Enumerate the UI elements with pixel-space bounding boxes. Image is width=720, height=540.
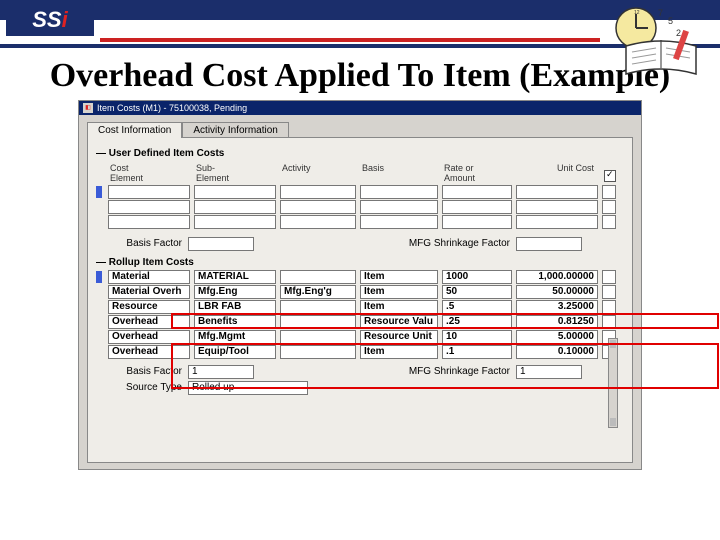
tab-cost-information[interactable]: Cost Information [87, 122, 182, 138]
cell-sub-element: Equip/Tool [194, 345, 276, 359]
shrinkage-label-2: MFG Shrinkage Factor [380, 366, 510, 377]
tab-panel: User Defined Item Costs Cost Element Sub… [87, 137, 633, 463]
window-title: Item Costs (M1) - 75100038, Pending [97, 103, 247, 113]
cell-unit-cost: 1,000.00000 [516, 270, 598, 284]
user-defined-rows [96, 185, 624, 229]
cell-end [602, 315, 616, 329]
app-window: ◧ Item Costs (M1) - 75100038, Pending Co… [78, 100, 642, 470]
cell-rate: 1000 [442, 270, 512, 284]
tab-activity-information[interactable]: Activity Information [182, 122, 288, 138]
shrinkage-field-2[interactable]: 1 [516, 365, 582, 379]
cell-basis: Resource Valu [360, 315, 438, 329]
svg-text:7: 7 [658, 8, 663, 18]
cell-unit-cost: 0.10000 [516, 345, 598, 359]
cell-cost-element: Material Overh [108, 285, 190, 299]
svg-text:2: 2 [676, 28, 681, 38]
titlebar: ◧ Item Costs (M1) - 75100038, Pending [79, 101, 641, 115]
cell-sub-element: MATERIAL [194, 270, 276, 284]
table-row[interactable] [96, 185, 624, 199]
clock-book-icon: 12 7 5 2 [606, 2, 716, 82]
cell-rate: .25 [442, 315, 512, 329]
basis-factor-label: Basis Factor [96, 238, 182, 249]
cell-cost-element: Material [108, 270, 190, 284]
cell-end [602, 270, 616, 284]
cell-basis: Item [360, 345, 438, 359]
cell-unit-cost: 3.25000 [516, 300, 598, 314]
app-icon: ◧ [83, 103, 93, 113]
cell-activity [280, 315, 356, 329]
source-type-field[interactable]: Rolled up [188, 381, 308, 395]
col-basis: Basis [362, 163, 440, 183]
col-unit-cost: Unit Cost [518, 163, 600, 183]
col-rate: Rate or Amount [444, 163, 514, 183]
table-row[interactable]: Overhead Mfg.Mgmt Resource Unit 10 5.00000 [96, 330, 624, 344]
logo: SSi [6, 4, 94, 36]
rollup-rows: MaterialMATERIALItem10001,000.00000Mater… [96, 270, 624, 359]
cell-basis: Item [360, 285, 438, 299]
source-type-row: Source Type Rolled up [96, 381, 624, 395]
cell-unit-cost: 5.00000 [516, 330, 598, 344]
table-row[interactable]: Overhead Equip/Tool Item .1 0.10000 [96, 345, 624, 359]
cell-activity: Mfg.Eng'g [280, 285, 356, 299]
svg-text:12: 12 [634, 10, 640, 16]
cell-end [602, 300, 616, 314]
cell-rate: .5 [442, 300, 512, 314]
cell-rate: 10 [442, 330, 512, 344]
red-divider [100, 38, 600, 42]
cell-basis: Resource Unit [360, 330, 438, 344]
group-user-defined-label: User Defined Item Costs [96, 148, 624, 159]
col-cost-element: Cost Element [110, 163, 192, 183]
tab-strip: Cost Information Activity Information [87, 121, 641, 137]
table-row[interactable] [96, 200, 624, 214]
source-type-label: Source Type [96, 382, 182, 393]
cell-rate: .1 [442, 345, 512, 359]
cell-rate: 50 [442, 285, 512, 299]
cell-cost-element: Overhead [108, 330, 190, 344]
basis-factor-field[interactable] [188, 237, 254, 251]
checkbox-toggle[interactable] [604, 170, 616, 182]
cell-cost-element: Overhead [108, 315, 190, 329]
shrinkage-label: MFG Shrinkage Factor [380, 238, 510, 249]
cell-cost-element: Resource [108, 300, 190, 314]
col-sub-element: Sub- Element [196, 163, 278, 183]
rollup-basis-row: Basis Factor 1 MFG Shrinkage Factor 1 [96, 365, 624, 379]
shrinkage-field[interactable] [516, 237, 582, 251]
cell-sub-element: Mfg.Eng [194, 285, 276, 299]
cell-sub-element: Mfg.Mgmt [194, 330, 276, 344]
cell-sub-element: Benefits [194, 315, 276, 329]
cell-basis: Item [360, 300, 438, 314]
svg-text:5: 5 [668, 16, 673, 26]
cell-sub-element: LBR FAB [194, 300, 276, 314]
cell-basis: Item [360, 270, 438, 284]
cell-activity [280, 330, 356, 344]
table-row[interactable]: Resource LBR FAB Item .5 3.25000 [96, 300, 624, 314]
col-activity: Activity [282, 163, 358, 183]
user-basis-row: Basis Factor MFG Shrinkage Factor [96, 237, 624, 251]
table-row[interactable]: Material Overh Mfg.Eng Mfg.Eng'g Item 50 50.0… [96, 285, 624, 299]
columns-header: Cost Element Sub- Element Activity Basis… [96, 163, 624, 183]
cell-activity [280, 300, 356, 314]
cell-activity [280, 270, 356, 284]
table-row[interactable]: Overhead Benefits Resource Valu .25 0.81250 [96, 315, 624, 329]
cell-activity [280, 345, 356, 359]
logo-text: SSi [32, 7, 67, 33]
cell-unit-cost: 0.81250 [516, 315, 598, 329]
table-row[interactable] [96, 215, 624, 229]
slide-header: SSi 12 7 5 2 [0, 0, 720, 48]
cell-end [602, 285, 616, 299]
table-row[interactable]: Material MATERIAL Item 1000 1,000.00000 [96, 270, 624, 284]
scrollbar[interactable] [608, 338, 618, 428]
group-rollup-label: Rollup Item Costs [96, 257, 624, 268]
basis-factor-field-2[interactable]: 1 [188, 365, 254, 379]
cell-cost-element: Overhead [108, 345, 190, 359]
basis-factor-label-2: Basis Factor [96, 366, 182, 377]
cell-unit-cost: 50.00000 [516, 285, 598, 299]
